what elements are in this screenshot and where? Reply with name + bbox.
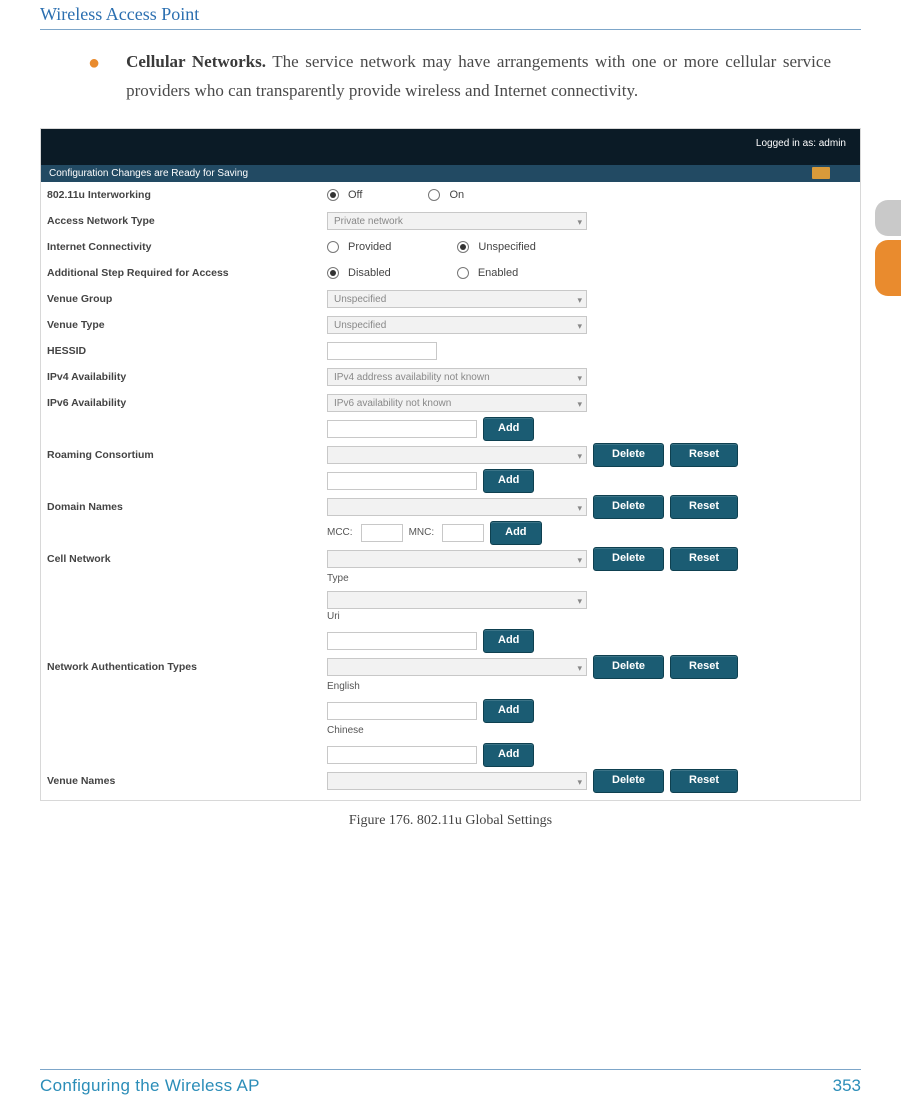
label-roaming: Roaming Consortium (41, 449, 327, 461)
label-mcc: MCC: (327, 527, 353, 538)
label-mnc: MNC: (409, 527, 435, 538)
figure-caption: Figure 176. 802.11u Global Settings (40, 813, 861, 829)
bullet-icon: ● (88, 48, 100, 106)
sublabel-type: Type (327, 573, 587, 585)
page-footer: Configuring the Wireless AP 353 (40, 1061, 861, 1096)
input-venue-english[interactable] (327, 702, 477, 720)
input-mcc[interactable] (361, 524, 403, 542)
select-ipv6[interactable]: IPv6 availability not known (327, 394, 587, 412)
select-venue-names[interactable] (327, 772, 587, 790)
label-nat: Network Authentication Types (41, 661, 327, 673)
label-hessid: HESSID (41, 345, 327, 357)
delete-button[interactable]: Delete (593, 443, 664, 467)
side-tab-orange (875, 240, 901, 296)
add-button[interactable]: Add (483, 699, 534, 723)
delete-button[interactable]: Delete (593, 495, 664, 519)
reset-button[interactable]: Reset (670, 655, 738, 679)
input-roaming-add[interactable] (327, 420, 477, 438)
label-domain: Domain Names (41, 501, 327, 513)
footer-left: Configuring the Wireless AP (40, 1076, 260, 1096)
save-banner: Configuration Changes are Ready for Savi… (41, 165, 860, 182)
radio-disabled[interactable] (327, 267, 339, 279)
reset-button[interactable]: Reset (670, 495, 738, 519)
reset-button[interactable]: Reset (670, 443, 738, 467)
save-banner-text: Configuration Changes are Ready for Savi… (49, 168, 248, 179)
radio-off[interactable] (327, 189, 339, 201)
radio-enabled[interactable] (457, 267, 469, 279)
label-asra: Additional Step Required for Access (41, 267, 327, 279)
add-button[interactable]: Add (483, 743, 534, 767)
input-hessid[interactable] (327, 342, 437, 360)
footer-divider (40, 1069, 861, 1070)
add-button[interactable]: Add (490, 521, 541, 545)
delete-button[interactable]: Delete (593, 655, 664, 679)
label-cell-network: Cell Network (41, 553, 327, 565)
input-mnc[interactable] (442, 524, 484, 542)
label-internet-connectivity: Internet Connectivity (41, 241, 327, 253)
login-status: Logged in as: admin (756, 138, 846, 149)
radio-unspecified[interactable] (457, 241, 469, 253)
bullet-paragraph: ● Cellular Networks. The service network… (88, 48, 831, 106)
side-tab-gray (875, 200, 901, 236)
radio-provided-label: Provided (348, 241, 391, 253)
admin-topbar: Logged in as: admin (41, 129, 860, 165)
label-ipv6: IPv6 Availability (41, 397, 327, 409)
side-tabs (875, 200, 901, 296)
para-bold: Cellular Networks. (126, 52, 266, 71)
reset-button[interactable]: Reset (670, 547, 738, 571)
select-access-network-type[interactable]: Private network (327, 212, 587, 230)
label-venue-type: Venue Type (41, 319, 327, 331)
select-roaming[interactable] (327, 446, 587, 464)
paragraph-text: Cellular Networks. The service network m… (126, 48, 831, 106)
select-nat[interactable] (327, 658, 587, 676)
config-screenshot: Logged in as: admin Configuration Change… (40, 128, 861, 801)
save-icon[interactable] (812, 167, 830, 179)
label-access-network-type: Access Network Type (41, 215, 327, 227)
sublabel-chinese: Chinese (327, 725, 364, 737)
select-cell[interactable] (327, 550, 587, 568)
input-venue-chinese[interactable] (327, 746, 477, 764)
sublabel-uri: Uri (327, 611, 340, 623)
radio-disabled-label: Disabled (348, 267, 391, 279)
select-auth-type[interactable] (327, 591, 587, 609)
select-venue-type[interactable]: Unspecified (327, 316, 587, 334)
delete-button[interactable]: Delete (593, 769, 664, 793)
label-venue-names: Venue Names (41, 775, 327, 787)
add-button[interactable]: Add (483, 417, 534, 441)
page-header: Wireless Access Point (40, 0, 861, 25)
label-ipv4: IPv4 Availability (41, 371, 327, 383)
reset-button[interactable]: Reset (670, 769, 738, 793)
input-auth-uri[interactable] (327, 632, 477, 650)
add-button[interactable]: Add (483, 629, 534, 653)
radio-on[interactable] (428, 189, 440, 201)
label-interworking: 802.11u Interworking (41, 189, 327, 201)
radio-on-label: On (449, 189, 464, 201)
radio-unspecified-label: Unspecified (478, 241, 535, 253)
select-domain[interactable] (327, 498, 587, 516)
label-venue-group: Venue Group (41, 293, 327, 305)
radio-provided[interactable] (327, 241, 339, 253)
header-divider (40, 29, 861, 30)
delete-button[interactable]: Delete (593, 547, 664, 571)
footer-page-number: 353 (833, 1076, 861, 1096)
radio-enabled-label: Enabled (478, 267, 518, 279)
input-domain-add[interactable] (327, 472, 477, 490)
add-button[interactable]: Add (483, 469, 534, 493)
select-venue-group[interactable]: Unspecified (327, 290, 587, 308)
select-ipv4[interactable]: IPv4 address availability not known (327, 368, 587, 386)
sublabel-english: English (327, 681, 360, 693)
radio-off-label: Off (348, 189, 362, 201)
